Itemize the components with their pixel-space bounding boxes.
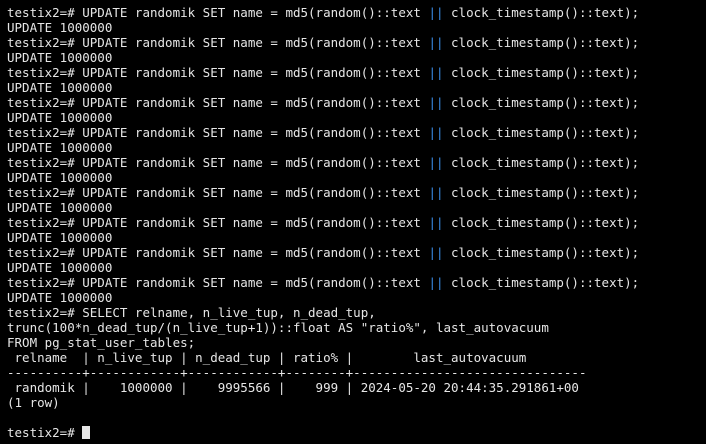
prompt-line[interactable]: testix2=# <box>0 425 706 440</box>
update-command-text: clock_timestamp()::text); <box>443 275 640 290</box>
update-command-line: testix2=# UPDATE randomik SET name = md5… <box>0 215 706 230</box>
concat-operator: || <box>428 95 444 110</box>
update-result-line: UPDATE 1000000 <box>7 260 113 275</box>
update-command-text: clock_timestamp()::text); <box>443 215 640 230</box>
concat-operator: || <box>428 35 444 50</box>
concat-operator: || <box>428 275 444 290</box>
update-history: testix2=# UPDATE randomik SET name = md5… <box>0 5 706 305</box>
result-table-separator: ----------+------------+------------+---… <box>7 365 587 380</box>
prompt: testix2=# <box>7 425 83 440</box>
update-command-text: clock_timestamp()::text); <box>443 35 640 50</box>
update-command-text: testix2=# UPDATE randomik SET name = md5… <box>7 125 429 140</box>
concat-operator: || <box>428 65 444 80</box>
select-command-line-2: trunc(100*n_dead_tup/(n_live_tup+1))::fl… <box>7 320 549 335</box>
result-table-header: relname | n_live_tup | n_dead_tup | rati… <box>7 350 527 365</box>
update-command-text: testix2=# UPDATE randomik SET name = md5… <box>7 215 429 230</box>
update-command-text: clock_timestamp()::text); <box>443 125 640 140</box>
update-command-text: testix2=# UPDATE randomik SET name = md5… <box>7 5 429 20</box>
update-command-text: testix2=# UPDATE randomik SET name = md5… <box>7 95 429 110</box>
update-command-text: testix2=# UPDATE randomik SET name = md5… <box>7 65 429 80</box>
update-command-line: testix2=# UPDATE randomik SET name = md5… <box>0 125 706 140</box>
update-result-line: UPDATE 1000000 <box>7 170 113 185</box>
update-command-text: testix2=# UPDATE randomik SET name = md5… <box>7 245 429 260</box>
update-result-line: UPDATE 1000000 <box>7 200 113 215</box>
update-command-line: testix2=# UPDATE randomik SET name = md5… <box>0 245 706 260</box>
update-command-text: testix2=# UPDATE randomik SET name = md5… <box>7 155 429 170</box>
update-command-text: clock_timestamp()::text); <box>443 155 640 170</box>
result-table-row: randomik | 1000000 | 9995566 | 999 | 202… <box>7 380 579 395</box>
update-command-text: testix2=# UPDATE randomik SET name = md5… <box>7 35 429 50</box>
row-count: (1 row) <box>7 395 60 410</box>
text-cursor <box>82 426 91 439</box>
update-command-text: clock_timestamp()::text); <box>443 95 640 110</box>
update-command-line: testix2=# UPDATE randomik SET name = md5… <box>0 155 706 170</box>
update-command-line: testix2=# UPDATE randomik SET name = md5… <box>0 35 706 50</box>
update-command-text: clock_timestamp()::text); <box>443 5 640 20</box>
update-command-text: clock_timestamp()::text); <box>443 185 640 200</box>
update-command-text: clock_timestamp()::text); <box>443 245 640 260</box>
concat-operator: || <box>428 5 444 20</box>
update-result-line: UPDATE 1000000 <box>7 80 113 95</box>
update-command-text: testix2=# UPDATE randomik SET name = md5… <box>7 275 429 290</box>
update-result-line: UPDATE 1000000 <box>7 50 113 65</box>
update-command-text: clock_timestamp()::text); <box>443 65 640 80</box>
update-result-line: UPDATE 1000000 <box>7 20 113 35</box>
update-result-line: UPDATE 1000000 <box>7 290 113 305</box>
update-command-line: testix2=# UPDATE randomik SET name = md5… <box>0 185 706 200</box>
terminal-window[interactable]: testix2=# UPDATE randomik SET name = md5… <box>0 0 706 444</box>
concat-operator: || <box>428 155 444 170</box>
update-result-line: UPDATE 1000000 <box>7 140 113 155</box>
update-command-line: testix2=# UPDATE randomik SET name = md5… <box>0 95 706 110</box>
update-command-line: testix2=# UPDATE randomik SET name = md5… <box>0 65 706 80</box>
concat-operator: || <box>428 125 444 140</box>
select-command-line-3: FROM pg_stat_user_tables; <box>7 335 196 350</box>
select-command-line-1: testix2=# SELECT relname, n_live_tup, n_… <box>7 305 376 320</box>
update-result-line: UPDATE 1000000 <box>7 230 113 245</box>
concat-operator: || <box>428 185 444 200</box>
update-result-line: UPDATE 1000000 <box>7 110 113 125</box>
concat-operator: || <box>428 245 444 260</box>
update-command-text: testix2=# UPDATE randomik SET name = md5… <box>7 185 429 200</box>
concat-operator: || <box>428 215 444 230</box>
update-command-line: testix2=# UPDATE randomik SET name = md5… <box>0 275 706 290</box>
update-command-line: testix2=# UPDATE randomik SET name = md5… <box>0 5 706 20</box>
